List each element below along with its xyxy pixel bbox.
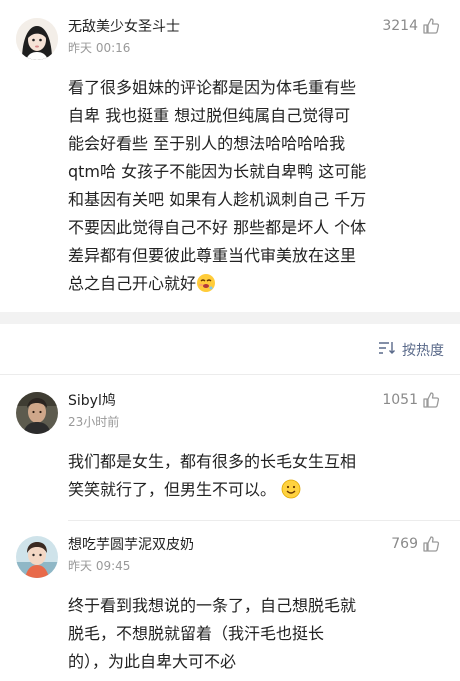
post-body: 看了很多姐妹的评论都是因为体毛重有些 自卑 我也挺重 想过脱但纯属自己觉得可 能…	[68, 74, 448, 298]
thumbs-up-icon	[422, 17, 440, 35]
avatar-cartoon-image	[16, 536, 58, 578]
comment-body: 我们都是女生，都有很多的长毛女生互相 笑笑就行了，但男生不可以。	[68, 448, 448, 504]
comment-body: 终于看到我想说的一条了，自己想脱毛就 脱毛，不想脱就留着（我汗毛也挺长 的），为…	[68, 592, 448, 676]
comment-item: Sibyl鸠 23小时前 1051 我们都是女生，都有很多的长毛女生互相 笑笑就…	[0, 392, 460, 517]
smile-face-emoji-icon	[281, 479, 301, 499]
post-line: 和基因有关吧 如果有人趁机讽刺自己 千万	[68, 190, 367, 209]
avatar-man-image	[16, 392, 58, 434]
sort-label: 按热度	[402, 343, 444, 359]
comment-line: 脱毛，不想脱就留着（我汗毛也挺长	[68, 624, 325, 643]
like-count: 1051	[382, 392, 418, 408]
like-button[interactable]: 1051	[382, 390, 440, 410]
avatar[interactable]	[16, 392, 58, 434]
post-card: 无敌美少女圣斗士 昨天 00:16 3214 看了很多姐妹的评论都是因为体毛重有…	[0, 18, 460, 308]
post-line: 不要因此觉得自己不好 那些都是坏人 个体	[68, 218, 367, 237]
comment-line: 笑笑就行了，但男生不可以。	[68, 476, 448, 504]
post-line-text: 总之自己开心就好	[68, 274, 197, 293]
post-line: 差异都有但要彼此尊重当代审美放在这里	[68, 246, 357, 265]
thumbs-up-icon	[422, 391, 440, 409]
sort-by-hot-button[interactable]: 按热度	[378, 340, 444, 360]
comment-line: 终于看到我想说的一条了，自己想脱毛就	[68, 596, 357, 615]
comment-line: 我们都是女生，都有很多的长毛女生互相	[68, 452, 357, 471]
comment-time: 23小时前	[68, 415, 120, 429]
avatar[interactable]	[16, 18, 58, 60]
username[interactable]: 无敌美少女圣斗士	[68, 18, 180, 36]
comment-line-text: 笑笑就行了，但男生不可以。	[68, 480, 277, 499]
like-count: 3214	[382, 18, 418, 34]
comment-time: 昨天 09:45	[68, 559, 131, 573]
username[interactable]: Sibyl鸠	[68, 392, 116, 410]
section-divider	[0, 312, 460, 324]
like-count: 769	[391, 536, 418, 552]
post-line: 自卑 我也挺重 想过脱但纯属自己觉得可	[68, 106, 351, 125]
post-line: 总之自己开心就好	[68, 270, 448, 298]
username[interactable]: 想吃芋圆芋泥双皮奶	[68, 536, 194, 554]
divider-line	[68, 520, 460, 521]
post-line: 能会好看些 至于别人的想法哈哈哈哈我	[68, 134, 346, 153]
comment-item: 想吃芋圆芋泥双皮奶 昨天 09:45 769 终于看到我想说的一条了，自己想脱毛…	[0, 536, 460, 681]
post-line: 看了很多姐妹的评论都是因为体毛重有些	[68, 78, 357, 97]
avatar[interactable]	[16, 536, 58, 578]
like-button[interactable]: 769	[391, 534, 440, 554]
divider-line	[0, 374, 460, 375]
post-line: qtm哈 女孩子不能因为长就自卑鸭 这可能	[68, 162, 367, 181]
avatar-girl-image	[16, 18, 58, 60]
comment-line: 的），为此自卑大可不必	[68, 652, 237, 671]
like-button[interactable]: 3214	[382, 16, 440, 36]
thumbs-up-icon	[422, 535, 440, 553]
post-time: 昨天 00:16	[68, 41, 131, 55]
sort-icon	[378, 341, 396, 359]
drooling-face-emoji-icon	[197, 274, 216, 292]
